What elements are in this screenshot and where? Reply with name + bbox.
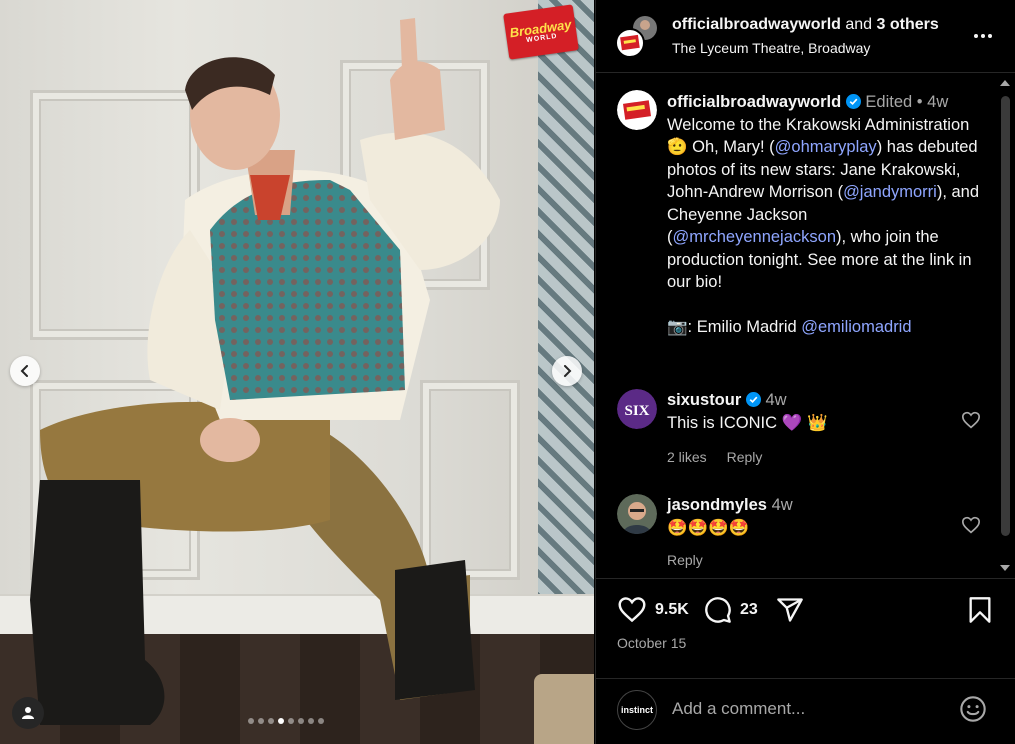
- other-authors-link[interactable]: 3 others: [877, 16, 939, 33]
- carousel-dot: [268, 718, 274, 724]
- post-date[interactable]: October 15: [617, 635, 686, 651]
- chevron-right-icon: [564, 365, 572, 377]
- separator: •: [916, 93, 923, 111]
- caption-body: Oh, Mary! (: [687, 138, 775, 156]
- scroll-up-arrow-icon[interactable]: [1000, 80, 1010, 86]
- comment-likes[interactable]: 2 likes: [667, 449, 707, 465]
- share-button[interactable]: [776, 596, 804, 624]
- carousel-dot: [248, 718, 254, 724]
- heart-icon: [618, 597, 646, 623]
- carousel-dot: [278, 718, 284, 724]
- scroll-thumb[interactable]: [1001, 96, 1010, 536]
- author-username[interactable]: officialbroadwayworld: [672, 16, 841, 33]
- comment-bubble-icon: [705, 597, 731, 623]
- tagged-people-button[interactable]: [12, 697, 44, 729]
- more-horizontal-icon: [974, 34, 992, 38]
- broadwayworld-logo: Broadway WORLD: [503, 4, 579, 60]
- caption-text: officialbroadwayworld Edited • 4w Welcom…: [667, 91, 987, 339]
- add-comment-bar: instinct: [596, 678, 1015, 744]
- comment-username[interactable]: sixustour: [667, 391, 741, 409]
- avatar[interactable]: SIX: [617, 389, 657, 429]
- comment-meta: Reply: [667, 552, 719, 568]
- avatar-text: SIX: [624, 403, 649, 419]
- previous-photo-button[interactable]: [10, 356, 40, 386]
- verified-badge-icon: [745, 392, 761, 407]
- avatar[interactable]: [617, 90, 657, 130]
- jasondmyles-avatar-icon: [617, 494, 657, 534]
- carousel-dot: [288, 718, 294, 724]
- comment-time: 4w: [771, 496, 793, 514]
- save-button[interactable]: [968, 596, 992, 624]
- scroll-down-arrow-icon[interactable]: [1000, 565, 1010, 571]
- comments-scrollbar[interactable]: [997, 74, 1014, 577]
- carousel-dot: [258, 718, 264, 724]
- like-comment-button[interactable]: [961, 516, 981, 539]
- comment-button[interactable]: 23: [704, 596, 758, 624]
- carousel-dot: [298, 718, 304, 724]
- carousel-dot: [318, 718, 324, 724]
- post-photo: Broadway WORLD: [0, 0, 594, 744]
- comment-meta: 2 likes Reply: [667, 449, 778, 465]
- avatar: [615, 16, 657, 58]
- caption-body: Welcome to the Krakowski Administration: [667, 115, 970, 134]
- comment-time: 4w: [765, 391, 787, 409]
- comments-list[interactable]: officialbroadwayworld Edited • 4w Welcom…: [596, 74, 996, 577]
- smiley-icon: [960, 696, 986, 722]
- like-button[interactable]: 9.5K: [617, 596, 689, 623]
- like-comment-button[interactable]: [961, 411, 981, 434]
- reply-button[interactable]: Reply: [667, 552, 703, 568]
- send-icon: [777, 598, 803, 622]
- collab-avatars[interactable]: [615, 14, 659, 58]
- verified-badge-icon: [845, 94, 861, 109]
- comment-content: sixustour 4w This is ICONIC 💜 👑: [667, 389, 947, 434]
- author-conjunction: and: [845, 16, 873, 33]
- heart-icon: [961, 411, 981, 429]
- comment-username[interactable]: jasondmyles: [667, 496, 767, 514]
- caption-username[interactable]: officialbroadwayworld: [667, 93, 841, 111]
- next-photo-button[interactable]: [552, 356, 582, 386]
- person-icon: [22, 707, 34, 719]
- comment-text: This is ICONIC: [667, 413, 782, 432]
- carousel-dot: [308, 718, 314, 724]
- carousel-indicator: [248, 718, 324, 724]
- mention-link[interactable]: @mrcheyennejackson: [673, 228, 837, 246]
- post-header: officialbroadwayworld and 3 others The L…: [596, 0, 1015, 73]
- salute-emoji: 🫡: [667, 137, 688, 156]
- avatar[interactable]: [617, 494, 657, 534]
- caption-time: 4w: [927, 93, 949, 111]
- avatar[interactable]: instinct: [617, 690, 657, 730]
- mention-link[interactable]: @ohmaryplay: [775, 138, 877, 156]
- like-count: 9.5K: [655, 600, 689, 618]
- comment-count: 23: [740, 601, 758, 618]
- broadwayworld-avatar-icon: [617, 90, 657, 130]
- comment-content: jasondmyles 4w 🤩🤩🤩🤩: [667, 494, 947, 539]
- post-sidebar: officialbroadwayworld and 3 others The L…: [595, 0, 1015, 744]
- more-options-button[interactable]: [973, 26, 993, 44]
- actor-figure: [30, 18, 500, 725]
- post-authors: officialbroadwayworld and 3 others: [672, 16, 939, 34]
- chevron-left-icon: [20, 365, 28, 377]
- six-avatar-icon: SIX: [617, 389, 657, 429]
- photo-credit: : Emilio Madrid: [687, 318, 802, 336]
- mention-link[interactable]: @emiliomadrid: [801, 318, 911, 336]
- location-link[interactable]: The Lyceum Theatre, Broadway: [672, 40, 870, 56]
- comment-emojis: 💜 👑: [781, 412, 828, 432]
- bookmark-icon: [969, 597, 991, 623]
- camera-emoji: 📷: [667, 317, 688, 336]
- emoji-picker-button[interactable]: [959, 695, 987, 728]
- post-actions: 9.5K 23 October 15: [596, 578, 1015, 678]
- mention-link[interactable]: @jandymorri: [843, 183, 937, 201]
- comment-input[interactable]: [672, 699, 942, 719]
- edited-label: Edited: [865, 93, 913, 111]
- reply-button[interactable]: Reply: [727, 449, 763, 465]
- comment-emojis: 🤩🤩🤩🤩: [667, 517, 750, 537]
- heart-icon: [961, 516, 981, 534]
